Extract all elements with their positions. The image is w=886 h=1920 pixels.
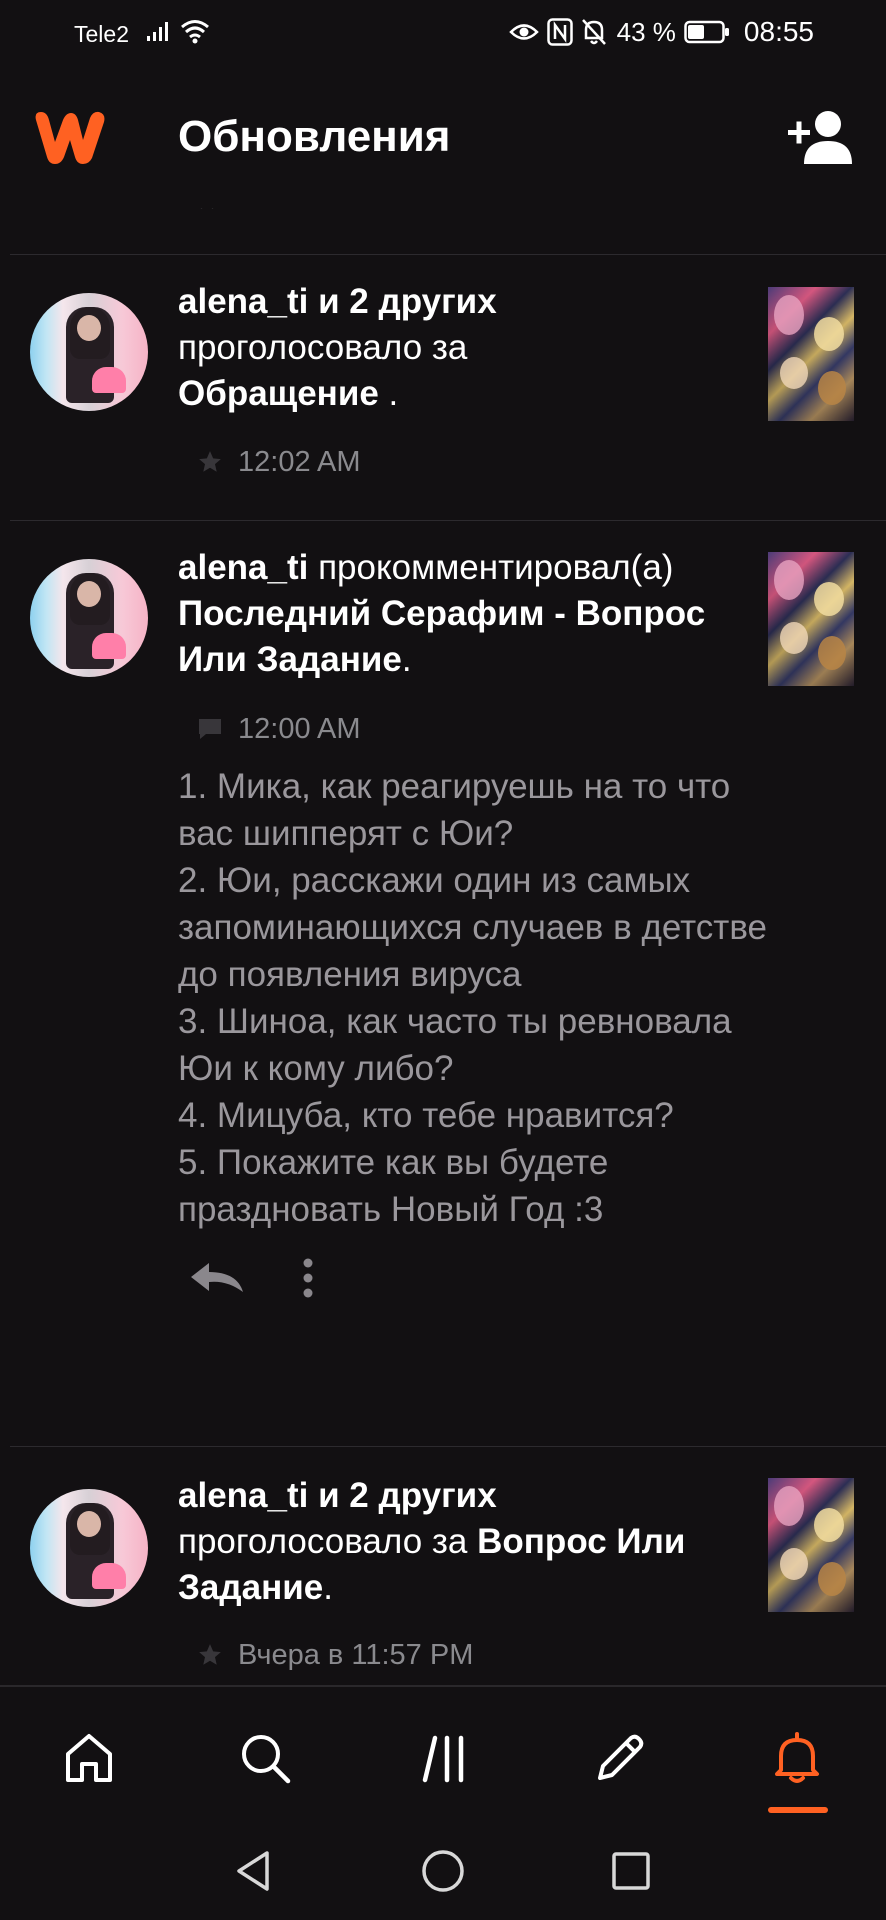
item-meta: Вчера в 11:57 PM [178,1635,473,1675]
story-title[interactable]: Обращение [178,374,379,413]
comment-actions [178,1253,328,1303]
battery-icon [684,20,730,44]
notification-text: alena_ti и 2 других проголосовало за Воп… [178,1473,758,1611]
home-circle-icon [422,1850,464,1892]
mute-bell-icon [581,18,607,46]
notification-text: alena_ti и 2 других проголосовало за Обр… [178,279,748,417]
actor-name[interactable]: alena_ti и 2 других [178,1476,497,1515]
status-bar: Tele2 43 % 08:55 [0,0,886,66]
item-time: 12:02 AM [238,445,361,478]
signal-icon [146,18,174,49]
status-right: 43 % 08:55 [508,16,814,48]
list-item[interactable]: alena_ti и 2 других проголосовало за Обр… [0,255,886,520]
nfc-icon [546,18,573,46]
app-header: Обновления [0,66,886,208]
actor-name[interactable]: alena_ti и 2 других [178,282,497,321]
list-item[interactable]: alena_ti прокомментировал(а) Последний С… [0,521,886,1446]
wattpad-logo-icon[interactable] [30,106,110,173]
add-user-button[interactable] [786,108,856,171]
write-icon [598,1734,644,1780]
search-icon [242,1735,291,1784]
star-icon [190,442,230,482]
nav-write[interactable] [585,1723,655,1793]
suffix-text: . [401,640,412,679]
item-time: Вчера в 11:57 PM [238,1638,474,1671]
item-time: 12:00 AM [238,712,361,745]
carrier-label: Tele2 [74,21,129,47]
page-title: Обновления [178,112,451,161]
notifications-icon [775,1732,819,1783]
updates-feed[interactable]: 12:03 AM alena_ti и 2 других проголосова… [0,150,886,1685]
screen: Tele2 43 % 08:55 alena_ti и 2 других про… [0,0,886,1920]
story-cover[interactable] [768,1478,854,1612]
recents-button[interactable] [606,1846,656,1896]
system-nav-bar [0,1818,886,1920]
action-text: проголосовало за [178,328,468,367]
reply-button[interactable] [182,1253,252,1303]
story-cover[interactable] [768,552,854,686]
avatar[interactable] [30,1489,148,1607]
clock: 08:55 [743,16,814,47]
active-tab-indicator [768,1807,828,1813]
wifi-icon [180,18,210,51]
avatar[interactable] [30,559,148,677]
add-user-icon [788,111,852,164]
back-icon [237,1851,269,1891]
recents-icon [612,1852,650,1890]
library-icon [422,1735,464,1783]
item-meta: 12:00 AM [178,709,361,749]
notification-text: alena_ti прокомментировал(а) Последний С… [178,545,748,683]
comment-icon [190,709,230,749]
more-vertical-icon [303,1258,313,1298]
reply-icon [191,1263,243,1292]
battery-percent: 43 % [616,16,676,47]
nav-home[interactable] [54,1723,124,1793]
action-text: проголосовало за [178,1522,468,1561]
back-button[interactable] [228,1846,278,1896]
nav-library[interactable] [410,1723,480,1793]
bottom-nav [0,1685,886,1819]
suffix-text: . [323,1568,333,1607]
comment-body: 1. Мика, как реагируешь на то что вас ши… [178,767,768,1229]
nav-notifications[interactable] [762,1723,832,1793]
item-meta: 12:02 AM [178,442,361,482]
home-icon [66,1734,112,1782]
star-icon [190,1635,230,1675]
action-text: прокомментировал(а) [318,548,674,587]
home-system-button[interactable] [418,1846,468,1896]
actor-name[interactable]: alena_ti [178,548,308,587]
eye-icon [508,21,539,43]
suffix-text: . [378,374,399,413]
nav-search[interactable] [230,1723,300,1793]
story-cover[interactable] [768,287,854,421]
more-options-button[interactable] [288,1253,328,1303]
story-title[interactable]: Последний Серафим - Вопрос Или Задание [178,594,705,679]
avatar[interactable] [30,293,148,411]
list-item[interactable]: alena_ti и 2 других проголосовало за Воп… [0,1447,886,1685]
